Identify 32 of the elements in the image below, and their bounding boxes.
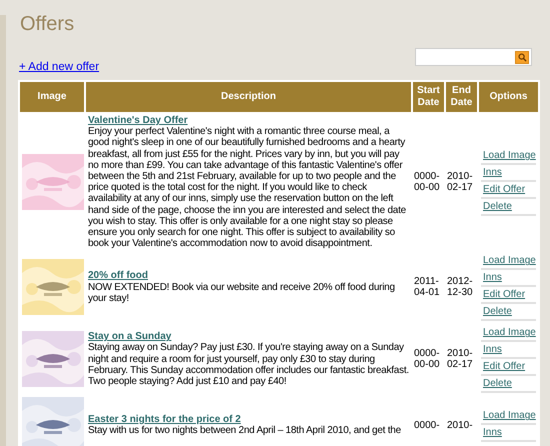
offer-description: Stay with us for two nights between 2nd April – 18th April 2010, and get the xyxy=(88,425,402,436)
column-header: Options xyxy=(479,82,538,112)
column-header: End Date xyxy=(446,82,477,112)
option-link[interactable]: Load Image xyxy=(481,253,536,270)
offer-description: Enjoy your perfect Valentine's night with a romantic three course meal, a good night's sleep in one of our beautifully furnished bedrooms and a hearty breakfast, all from just £55 for the night. Prices vary by inn, but you will pay no more than £99. You can take advantage of this fantastic Valentine's offer between the 5th and 21st February, available for up to two people and the price quoted is the total cost for the night. If you would like to check availability at any of our inns, simply use the reservation button on the left hand side of the page, choose the inn you are interested and select the date you wish to stay. This offer is only available for a one night stay so please ensure you only search for one night. This offer is subject to availability so book your Valentine's accommodation now to avoid disappointment. xyxy=(88,126,407,250)
option-link[interactable]: Load Image xyxy=(481,325,536,342)
option-link[interactable]: Load Image xyxy=(481,408,536,426)
option-link[interactable]: Load Image xyxy=(481,148,536,166)
column-header: Image xyxy=(20,82,84,112)
option-link[interactable]: Inns xyxy=(481,342,536,360)
option-link[interactable]: Edit Offer xyxy=(481,182,536,200)
search-button[interactable] xyxy=(515,50,529,64)
offer-title-link[interactable]: Stay on a Sunday xyxy=(88,331,172,342)
column-header: Description xyxy=(86,82,411,112)
page-title: Offers xyxy=(20,14,76,34)
option-link[interactable]: Delete xyxy=(481,199,536,216)
option-link[interactable]: Inns xyxy=(481,425,536,442)
option-link[interactable]: Delete xyxy=(481,304,536,322)
offer-title-link[interactable]: Easter 3 nights for the price of 2 xyxy=(88,414,241,426)
offer-title-link[interactable]: Valentine's Day Offer xyxy=(88,115,188,126)
option-link[interactable]: Inns xyxy=(481,165,536,182)
offer-title-link[interactable]: 20% off food xyxy=(88,270,148,282)
search-field[interactable] xyxy=(415,48,532,66)
option-link[interactable]: Edit Offer xyxy=(481,359,536,376)
offer-description: NOW EXTENDED! Book via our website and receive 20% off food during your stay! xyxy=(88,282,396,304)
option-link[interactable]: Edit Offer xyxy=(481,287,536,304)
offer-description: Staying away on Sunday? Pay just £30. If you're staying away on a Sunday night and require a room for just yourself, pay only £30 to stay during February. This Sunday accommodation offer includes our fantastic breakfast. Two people staying? Add just £10 and pay £40! xyxy=(88,342,409,388)
option-link[interactable]: Inns xyxy=(481,270,536,288)
search-icon xyxy=(518,52,526,62)
option-link[interactable]: Delete xyxy=(481,376,536,394)
add-offer-link[interactable]: + Add new offer xyxy=(19,58,100,76)
column-header: Start Date xyxy=(413,82,444,112)
